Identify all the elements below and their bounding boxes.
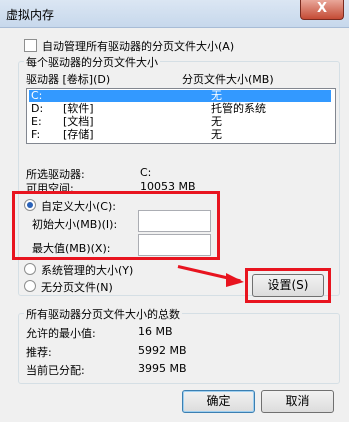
drive-column-header: 驱动器 [卷标](D): [26, 73, 111, 86]
drive-page-size: 无: [211, 128, 222, 141]
drive-page-size: 无: [211, 115, 222, 128]
drive-letter: F:: [31, 128, 41, 141]
totals-legend: 所有驱动器分页文件大小的总数: [24, 306, 182, 322]
allocated-value: 3995 MB: [138, 362, 187, 375]
drive-letter: D:: [31, 102, 44, 115]
drive-letter: C:: [31, 89, 43, 102]
recommended-label: 推荐:: [26, 346, 52, 359]
min-size-value: 16 MB: [138, 325, 173, 338]
custom-size-highlight: [12, 191, 220, 260]
drive-list[interactable]: C: 无 D: [软件] 托管的系统 E: [文档] 无 F: [存储] 无: [26, 88, 336, 144]
window-title: 虚拟内存: [6, 8, 55, 22]
no-paging-radio[interactable]: [24, 280, 36, 292]
system-managed-radio[interactable]: [24, 263, 36, 275]
drive-row-d[interactable]: D: [软件] 托管的系统: [29, 103, 331, 115]
per-drive-legend: 每个驱动器的分页文件大小: [24, 54, 160, 70]
auto-manage-label[interactable]: 自动管理所有驱动器的分页文件大小(A): [42, 38, 234, 54]
set-button-highlight: [245, 268, 331, 303]
system-managed-label[interactable]: 系统管理的大小(Y): [41, 262, 133, 278]
drive-volume-label: [文档]: [63, 115, 94, 128]
drive-volume-label: [软件]: [63, 102, 94, 115]
auto-manage-checkbox[interactable]: [24, 39, 37, 52]
allocated-label: 当前已分配:: [26, 364, 85, 377]
drive-page-size: 无: [211, 89, 222, 102]
size-column-header: 分页文件大小(MB): [182, 73, 274, 86]
min-size-label: 允许的最小值:: [26, 327, 96, 340]
drive-page-size: 托管的系统: [211, 102, 266, 115]
cancel-button[interactable]: 取消: [261, 390, 334, 413]
drive-letter: E:: [31, 115, 42, 128]
cancel-button-label: 取消: [285, 394, 310, 408]
selected-drive-value: C:: [140, 166, 152, 179]
recommended-value: 5992 MB: [138, 344, 187, 357]
drive-volume-label: [存储]: [63, 128, 94, 141]
close-button[interactable]: X: [300, 0, 344, 20]
arrow-head-icon: [226, 273, 244, 287]
close-icon: X: [316, 1, 328, 16]
drive-row-e[interactable]: E: [文档] 无: [29, 116, 331, 128]
title-bar[interactable]: 虚拟内存 X: [0, 0, 349, 28]
ok-button-label: 确定: [206, 394, 231, 408]
no-paging-label[interactable]: 无分页文件(N): [41, 279, 113, 295]
ok-button[interactable]: 确定: [182, 390, 255, 413]
drive-row-c[interactable]: C: 无: [29, 90, 331, 102]
dialog-body: 自动管理所有驱动器的分页文件大小(A) 每个驱动器的分页文件大小 驱动器 [卷标…: [6, 28, 343, 418]
drive-row-f[interactable]: F: [存储] 无: [29, 129, 331, 141]
